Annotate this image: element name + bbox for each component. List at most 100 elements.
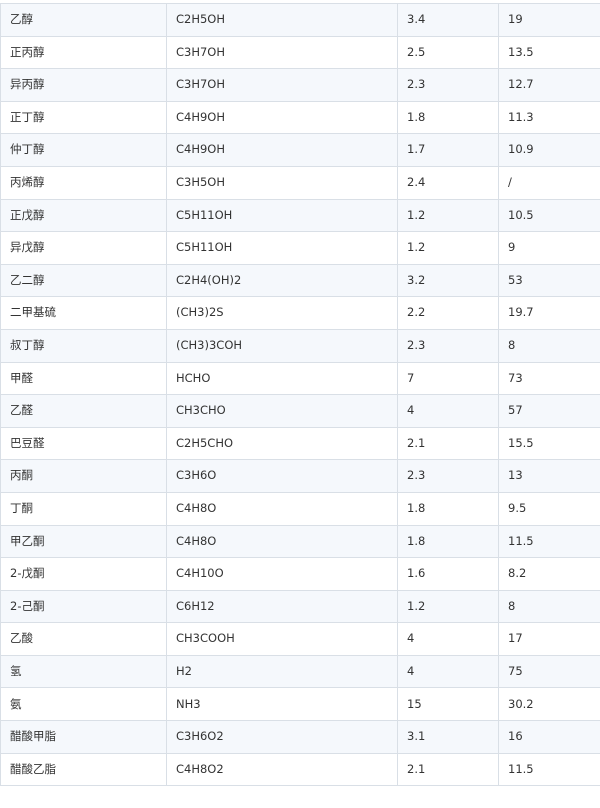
upper-limit-cell: 57: [498, 394, 600, 428]
substance-name-cell: 乙醛: [0, 394, 167, 428]
upper-limit-cell: 10.9: [498, 133, 600, 167]
lower-limit-cell: 2.4: [397, 165, 499, 200]
table-row: 丙酮 C3H6O 2.3 13: [0, 459, 600, 493]
lower-limit-cell: 3.4: [397, 3, 499, 37]
table-row: 2-戊酮 C4H10O 1.6 8.2: [0, 557, 600, 591]
formula-cell: C4H8O: [166, 491, 398, 526]
table-row: 正丁醇 C4H9OH 1.8 11.3: [0, 100, 600, 135]
table-row: 丁酮 C4H8O 1.8 9.5: [0, 491, 600, 526]
lower-limit-cell: 4: [397, 622, 499, 656]
table-row: 正戊醇 C5H11OH 1.2 10.5: [0, 198, 600, 233]
table-row: 正丙醇 C3H7OH 2.5 13.5: [0, 35, 600, 70]
formula-cell: HCHO: [166, 361, 398, 396]
upper-limit-cell: 11.5: [498, 752, 600, 787]
upper-limit-cell: 11.5: [498, 524, 600, 559]
substance-name-cell: 氨: [0, 687, 167, 722]
lower-limit-cell: 7: [397, 361, 499, 396]
table-row: 2-己酮 C6H12 1.2 8: [0, 589, 600, 624]
lower-limit-cell: 2.1: [397, 752, 499, 787]
formula-cell: NH3: [166, 687, 398, 722]
table-row: 醋酸甲脂 C3H6O2 3.1 16: [0, 720, 600, 754]
lower-limit-cell: 1.2: [397, 231, 499, 265]
formula-cell: C4H9OH: [166, 133, 398, 167]
upper-limit-cell: /: [498, 165, 600, 200]
upper-limit-cell: 8: [498, 589, 600, 624]
upper-limit-cell: 19.7: [498, 296, 600, 330]
substance-name-cell: 甲乙酮: [0, 524, 167, 559]
table-row: 乙二醇 C2H4(OH)2 3.2 53: [0, 263, 600, 298]
formula-cell: (CH3)2S: [166, 296, 398, 330]
table-row: 丙烯醇 C3H5OH 2.4/: [0, 165, 600, 200]
upper-limit-cell: 13: [498, 459, 600, 493]
substance-name-cell: 2-己酮: [0, 589, 167, 624]
lower-limit-cell: 4: [397, 654, 499, 689]
table-row: 甲醛 HCHO 7 73: [0, 361, 600, 396]
substance-name-cell: 2-戊酮: [0, 557, 167, 591]
table-row: 乙酸 CH3COOH 4 17: [0, 622, 600, 656]
substance-name-cell: 异戊醇: [0, 231, 167, 265]
upper-limit-cell: 10.5: [498, 198, 600, 233]
lower-limit-cell: 4: [397, 394, 499, 428]
formula-cell: C4H10O: [166, 557, 398, 591]
formula-cell: CH3CHO: [166, 394, 398, 428]
substance-name-cell: 二甲基硫: [0, 296, 167, 330]
table-row: 氢 H2 4 75: [0, 654, 600, 689]
table-row: 醋酸乙脂 C4H8O2 2.1 11.5: [0, 752, 600, 787]
lower-limit-cell: 1.2: [397, 589, 499, 624]
upper-limit-cell: 15.5: [498, 426, 600, 461]
upper-limit-cell: 8.2: [498, 557, 600, 591]
lower-limit-cell: 2.3: [397, 328, 499, 363]
formula-cell: C3H6O2: [166, 720, 398, 754]
lower-limit-cell: 2.2: [397, 296, 499, 330]
upper-limit-cell: 53: [498, 263, 600, 298]
upper-limit-cell: 8: [498, 328, 600, 363]
formula-cell: C4H8O: [166, 524, 398, 559]
substance-name-cell: 叔丁醇: [0, 328, 167, 363]
formula-cell: C2H5CHO: [166, 426, 398, 461]
formula-cell: CH3COOH: [166, 622, 398, 656]
lower-limit-cell: 1.8: [397, 100, 499, 135]
table-row: 异戊醇 C5H11OH 1.2 9: [0, 231, 600, 265]
formula-cell: C3H7OH: [166, 35, 398, 70]
table-body: 乙醇 C2H5OH 3.4 19 正丙醇 C3H7OH 2.5 13.5 异丙醇 C3H7OH 2.…: [0, 3, 600, 787]
substance-name-cell: 仲丁醇: [0, 133, 167, 167]
lower-limit-cell: 2.3: [397, 68, 499, 102]
substance-name-cell: 甲醛: [0, 361, 167, 396]
table-row: 氨 NH3 15 30.2: [0, 687, 600, 722]
table-row: 巴豆醛 C2H5CHO 2.1 15.5: [0, 426, 600, 461]
substance-name-cell: 乙醇: [0, 3, 167, 37]
upper-limit-cell: 73: [498, 361, 600, 396]
upper-limit-cell: 30.2: [498, 687, 600, 722]
substance-name-cell: 异丙醇: [0, 68, 167, 102]
substance-name-cell: 正丙醇: [0, 35, 167, 70]
table-row: 仲丁醇 C4H9OH 1.7 10.9: [0, 133, 600, 167]
upper-limit-cell: 16: [498, 720, 600, 754]
lower-limit-cell: 1.8: [397, 524, 499, 559]
formula-cell: C4H9OH: [166, 100, 398, 135]
substance-name-cell: 醋酸甲脂: [0, 720, 167, 754]
substance-name-cell: 醋酸乙脂: [0, 752, 167, 787]
formula-cell: C3H7OH: [166, 68, 398, 102]
upper-limit-cell: 19: [498, 3, 600, 37]
formula-cell: C5H11OH: [166, 198, 398, 233]
data-table: 乙醇 C2H5OH 3.4 19 正丙醇 C3H7OH 2.5 13.5 异丙醇 C3H7OH 2.…: [0, 3, 600, 787]
formula-cell: H2: [166, 654, 398, 689]
lower-limit-cell: 1.8: [397, 491, 499, 526]
table-row: 乙醛 CH3CHO 4 57: [0, 394, 600, 428]
table-row: 异丙醇 C3H7OH 2.3 12.7: [0, 68, 600, 102]
upper-limit-cell: 12.7: [498, 68, 600, 102]
formula-cell: C5H11OH: [166, 231, 398, 265]
upper-limit-cell: 9.5: [498, 491, 600, 526]
substance-name-cell: 丁酮: [0, 491, 167, 526]
formula-cell: C3H5OH: [166, 165, 398, 200]
lower-limit-cell: 2.1: [397, 426, 499, 461]
table-row: 叔丁醇 (CH3)3COH 2.3 8: [0, 328, 600, 363]
table-row: 甲乙酮 C4H8O 1.8 11.5: [0, 524, 600, 559]
substance-name-cell: 氢: [0, 654, 167, 689]
substance-name-cell: 乙二醇: [0, 263, 167, 298]
formula-cell: (CH3)3COH: [166, 328, 398, 363]
substance-name-cell: 巴豆醛: [0, 426, 167, 461]
lower-limit-cell: 3.1: [397, 720, 499, 754]
table-row: 乙醇 C2H5OH 3.4 19: [0, 3, 600, 37]
substance-name-cell: 丙酮: [0, 459, 167, 493]
